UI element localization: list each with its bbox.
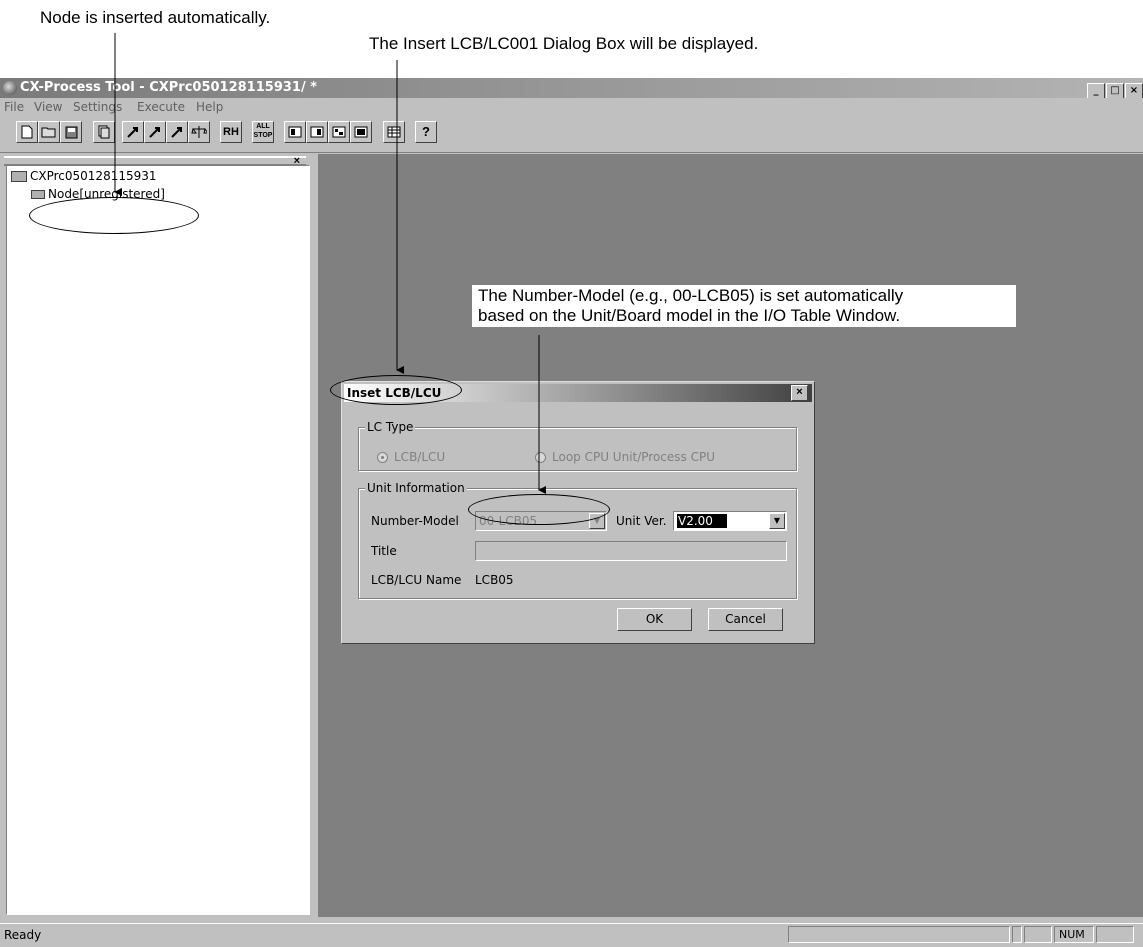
status-panel-5 — [1096, 926, 1134, 943]
help-icon[interactable]: ? — [415, 121, 437, 143]
menu-bar: File View Settings Execute Help — [0, 98, 1143, 116]
lcb-lcu-name-label: LCB/LCU Name — [371, 573, 462, 587]
status-panel-3 — [1024, 926, 1052, 943]
cancel-button[interactable]: Cancel — [708, 608, 783, 631]
block-icon-4[interactable] — [350, 121, 372, 143]
dialog-close-button[interactable]: × — [791, 385, 808, 401]
project-folder-icon — [11, 171, 27, 182]
radio-loop-cpu-label: Loop CPU Unit/Process CPU — [552, 450, 716, 464]
transfer-up-icon[interactable] — [122, 121, 144, 143]
tree-root-item[interactable]: CXPrc050128115931 — [11, 169, 157, 183]
window-title: CX-Process Tool - CXPrc050128115931/ * — [20, 80, 318, 95]
close-window-button[interactable]: × — [1125, 83, 1143, 99]
menu-help[interactable]: Help — [196, 100, 223, 114]
block-icon-3[interactable] — [328, 121, 350, 143]
status-panel-1 — [788, 926, 1010, 943]
stop-icon[interactable]: ALL STOP — [252, 121, 274, 143]
transfer-icon[interactable] — [144, 121, 166, 143]
project-tree[interactable]: CXPrc050128115931 Node[unregistered] — [6, 165, 310, 915]
annotation-dialog-displayed: The Insert LCB/LC001 Dialog Box will be … — [369, 34, 759, 53]
ok-button[interactable]: OK — [617, 608, 692, 631]
transfer-down-icon[interactable] — [166, 121, 188, 143]
compare-icon[interactable] — [188, 121, 210, 143]
radio-lcb-lcu[interactable]: LCB/LCU — [377, 450, 445, 464]
dialog-title-highlight-ellipse — [330, 375, 462, 405]
open-icon[interactable] — [38, 121, 60, 143]
status-bar: Ready NUM — [0, 923, 1143, 947]
block-icon-1[interactable] — [284, 121, 306, 143]
new-icon[interactable] — [16, 121, 38, 143]
unit-ver-value: V2.00 — [677, 514, 727, 528]
status-text: Ready — [4, 928, 42, 942]
menu-settings[interactable]: Settings — [73, 100, 122, 114]
number-model-label: Number-Model — [371, 514, 459, 528]
callout-line-2: based on the Unit/Board model in the I/O… — [478, 306, 901, 325]
node-highlight-ellipse — [29, 197, 199, 234]
menu-execute[interactable]: Execute — [137, 100, 185, 114]
annotation-node-inserted: Node is inserted automatically. — [40, 8, 271, 27]
status-panel-2 — [1012, 926, 1022, 943]
menu-file[interactable]: File — [4, 100, 24, 114]
callout-box: The Number-Model (e.g., 00-LCB05) is set… — [472, 285, 1016, 327]
radio-loop-cpu[interactable]: Loop CPU Unit/Process CPU — [535, 450, 715, 464]
menu-view[interactable]: View — [34, 100, 62, 114]
maximize-button[interactable]: □ — [1106, 83, 1124, 99]
title-field[interactable] — [475, 541, 787, 561]
block-icon-2[interactable] — [306, 121, 328, 143]
title-bar[interactable]: CX-Process Tool - CXPrc050128115931/ * _… — [0, 78, 1143, 99]
status-num: NUM — [1054, 926, 1094, 943]
save-icon[interactable] — [60, 121, 82, 143]
run-icon[interactable]: RH — [220, 121, 242, 143]
lc-type-label: LC Type — [365, 420, 416, 434]
lc-type-group: LC Type LCB/LCU Loop CPU Unit/Process CP… — [358, 420, 797, 471]
chevron-down-icon: ▼ — [769, 513, 785, 529]
radio-lcb-lcu-label: LCB/LCU — [394, 450, 446, 464]
radio-selected-icon — [377, 452, 388, 463]
tree-panel: × CXPrc050128115931 Node[unregistered] — [0, 154, 316, 917]
tree-root-label: CXPrc050128115931 — [30, 169, 157, 183]
callout-line-1: The Number-Model (e.g., 00-LCB05) is set… — [478, 286, 904, 305]
unit-ver-select[interactable]: V2.00 ▼ — [673, 511, 787, 531]
node-folder-icon — [31, 190, 45, 199]
copy-icon[interactable] — [93, 121, 115, 143]
minimize-button[interactable]: _ — [1087, 83, 1105, 99]
unit-info-label: Unit Information — [365, 481, 467, 495]
title-label: Title — [371, 544, 397, 558]
unit-ver-label: Unit Ver. — [616, 514, 667, 528]
window-controls: _ □ × — [1086, 80, 1143, 99]
number-model-highlight-ellipse — [468, 494, 610, 525]
toolbar: RH ALL STOP ? — [0, 116, 1143, 153]
radio-unselected-icon — [535, 452, 546, 463]
lcb-lcu-name-value: LCB05 — [475, 573, 514, 587]
app-icon — [3, 81, 17, 95]
table-icon[interactable] — [383, 121, 405, 143]
